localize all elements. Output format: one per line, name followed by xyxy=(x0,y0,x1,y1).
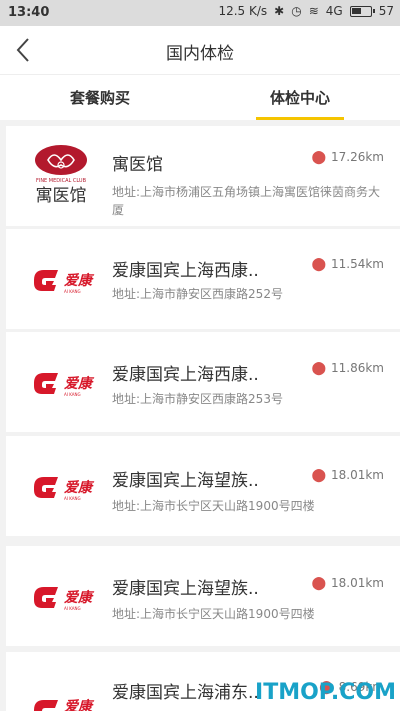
active-tab-indicator xyxy=(256,117,344,120)
aikang-logo: 爱康 AI KANG xyxy=(34,587,95,611)
location-pin-icon: ⬤ xyxy=(311,150,326,165)
center-name: 寓医馆 xyxy=(112,155,163,175)
center-distance: ⬤ 18.01km xyxy=(311,576,384,591)
logo-caption-en: AI KANG xyxy=(64,496,81,501)
location-pin-icon: ⬤ xyxy=(311,576,326,591)
logo-caption-en: AI KANG xyxy=(64,289,81,294)
center-distance: ⬤ 11.86km xyxy=(311,361,384,376)
status-icons: 12.5 K/s ✱ ◷ ≋ 4G 57 xyxy=(218,4,394,18)
status-bar: 13:40 12.5 K/s ✱ ◷ ≋ 4G 57 xyxy=(0,0,400,26)
list-item[interactable]: 爱康 AI KANG 爱康国宾上海望族.. ⬤ 18.01km 地址:上海市长宁区… xyxy=(6,436,400,536)
logo-caption-cn: 寓医馆 xyxy=(36,186,87,206)
center-name: 爱康国宾上海浦东.. xyxy=(112,683,259,703)
center-address: 地址:上海市长宁区天山路1900号四楼 xyxy=(112,499,315,513)
aikang-logo: 爱康 AI KANG xyxy=(34,373,95,397)
logo-caption-en: AI KANG xyxy=(64,392,81,397)
aikang-logo: 爱康 AI KANG xyxy=(34,477,95,501)
tab-checkup-center[interactable]: 体检中心 xyxy=(200,87,400,108)
center-distance: ⬤ 18.01km xyxy=(311,468,384,483)
list-item[interactable]: FINE MEDICAL CLUB 寓医馆 寓医馆 ⬤ 17.26km 地址:上海… xyxy=(6,126,400,226)
watermark: ITMOP.COM xyxy=(255,680,396,705)
logo-caption-cn: 爱康 xyxy=(64,698,95,711)
center-name: 爱康国宾上海西康.. xyxy=(112,365,259,385)
alarm-icon: ◷ xyxy=(291,4,302,18)
wifi-icon: ≋ xyxy=(308,4,319,18)
center-address: 地址:上海市静安区西康路252号 xyxy=(112,287,283,301)
tab-bar: 套餐购买 体检中心 xyxy=(0,74,400,120)
battery-icon xyxy=(349,5,375,17)
center-address: 地址:上海市静安区西康路253号 xyxy=(112,392,283,406)
location-pin-icon: ⬤ xyxy=(311,361,326,376)
location-pin-icon: ⬤ xyxy=(311,257,326,272)
network-speed: 12.5 K/s xyxy=(218,4,268,18)
center-address: 地址:上海市杨浦区五角场镇上海寓医馆徕茵商务大厦 xyxy=(112,185,381,217)
list-item[interactable]: 爱康 AI KANG 爱康国宾上海西康.. ⬤ 11.54km 地址:上海市静安区… xyxy=(6,229,400,329)
logo-caption-cn: 爱康 xyxy=(64,375,95,392)
status-time: 13:40 xyxy=(8,5,50,20)
center-address: 地址:上海市长宁区天山路1900号四楼 xyxy=(112,607,315,621)
nav-header: 国内体检 xyxy=(0,26,400,74)
center-distance: ⬤ 11.54km xyxy=(311,257,384,272)
logo-caption-cn: 爱康 xyxy=(64,589,95,606)
center-name: 爱康国宾上海望族.. xyxy=(112,579,259,599)
logo-caption-cn: 爱康 xyxy=(64,272,95,289)
center-name: 爱康国宾上海西康.. xyxy=(112,261,259,281)
logo-caption-en: FINE MEDICAL CLUB xyxy=(36,178,87,184)
bluetooth-icon: ✱ xyxy=(274,4,285,18)
logo-caption-cn: 爱康 xyxy=(64,479,95,496)
tab-package-purchase[interactable]: 套餐购买 xyxy=(0,87,200,108)
list-item[interactable]: 爱康 AI KANG 爱康国宾上海西康.. ⬤ 11.86km 地址:上海市静安区… xyxy=(6,332,400,432)
aikang-logo: 爱康 xyxy=(34,698,95,711)
location-pin-icon: ⬤ xyxy=(311,468,326,483)
network-type: 4G xyxy=(325,4,343,18)
center-name: 爱康国宾上海望族.. xyxy=(112,471,259,491)
logo-caption-en: AI KANG xyxy=(64,606,81,611)
list-item[interactable]: 爱康 AI KANG 爱康国宾上海望族.. ⬤ 18.01km 地址:上海市长宁区… xyxy=(6,546,400,646)
aikang-logo: 爱康 AI KANG xyxy=(34,270,95,294)
battery-level: 57 xyxy=(378,4,394,18)
center-distance: ⬤ 17.26km xyxy=(311,150,384,165)
fine-medical-club-logo: FINE MEDICAL CLUB 寓医馆 xyxy=(35,145,87,206)
page-title: 国内体检 xyxy=(166,44,234,64)
